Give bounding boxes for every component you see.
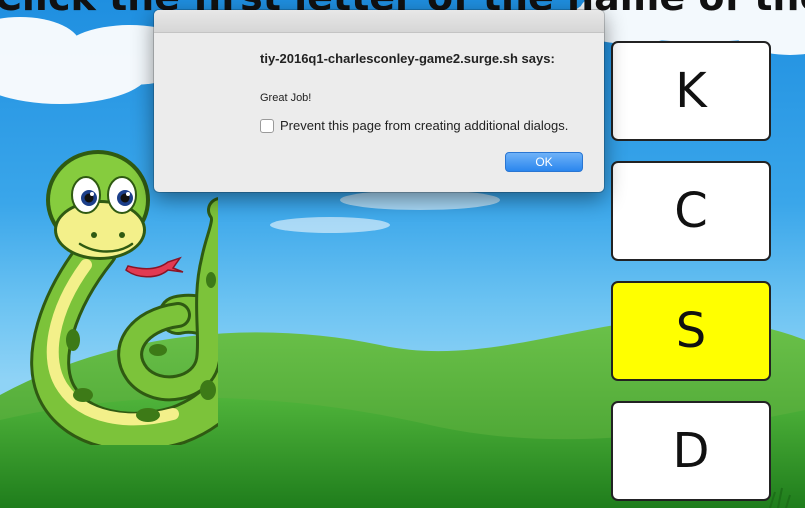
answer-option-k[interactable]: K [611,41,771,141]
ok-button[interactable]: OK [505,152,583,172]
answer-option-c[interactable]: C [611,161,771,261]
dialog-titlebar [154,10,604,33]
answer-option-d[interactable]: D [611,401,771,501]
dialog-origin-text: tiy-2016q1-charlesconley-game2.surge.sh … [260,51,555,66]
prevent-dialogs-checkbox[interactable] [260,118,274,133]
answer-list: K C S D [611,41,771,508]
answer-option-s[interactable]: S [611,281,771,381]
dialog-message: Great Job! [260,92,312,104]
alert-dialog: tiy-2016q1-charlesconley-game2.surge.sh … [154,10,604,192]
game-stage: Click the first letter of the name of th… [0,0,805,508]
prevent-dialogs-label[interactable]: Prevent this page from creating addition… [280,118,568,133]
prevent-dialogs-row[interactable]: Prevent this page from creating addition… [260,118,568,133]
